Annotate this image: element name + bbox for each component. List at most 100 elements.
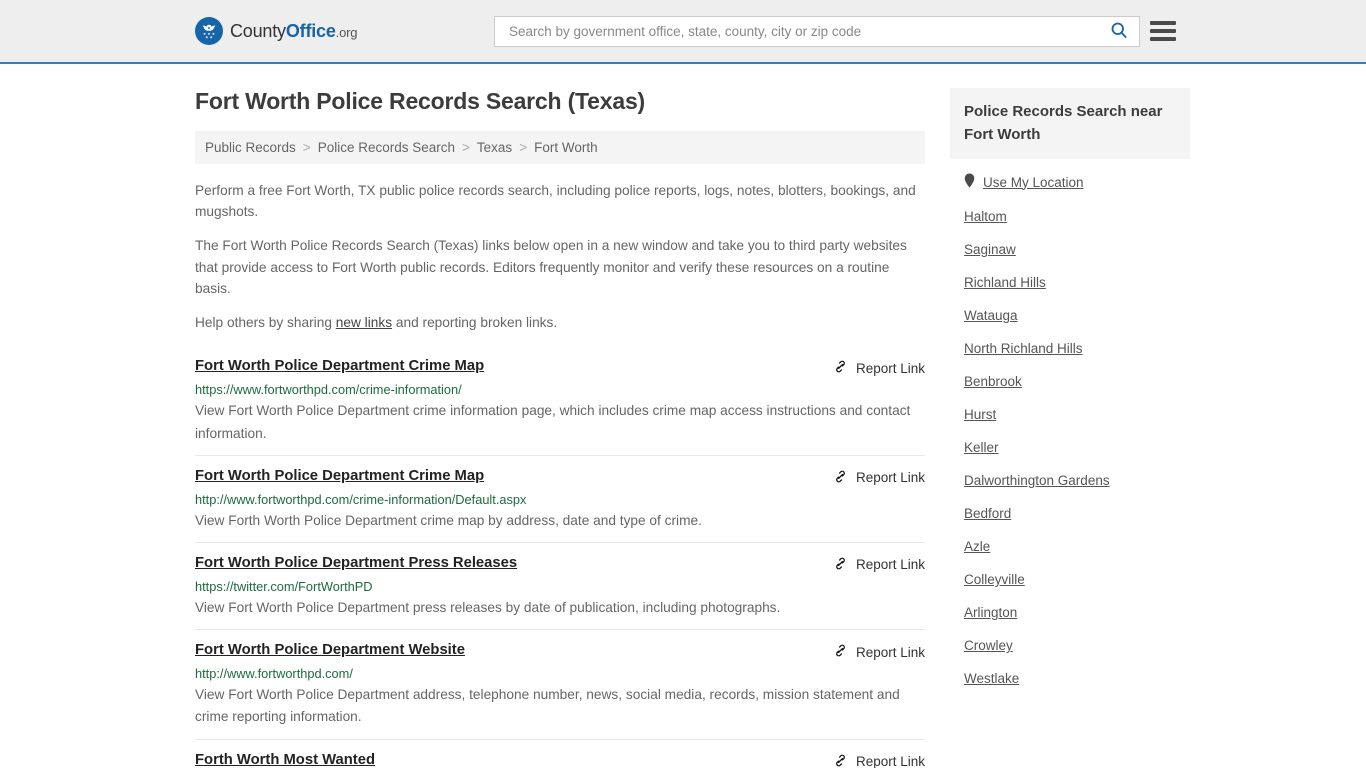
intro-p3-before: Help others by sharing: [195, 315, 336, 331]
hamburger-bar-2: [1150, 29, 1176, 33]
logo-text-office: Office: [285, 20, 336, 41]
map-pin-icon: [964, 173, 975, 191]
report-link-label: Report Link: [855, 557, 925, 573]
sidebar: Police Records Search near Fort Worth Us…: [950, 64, 1190, 768]
sidebar-item-westlake[interactable]: Westlake: [964, 661, 1176, 694]
breadcrumb: Public Records > Police Records Search >…: [195, 131, 925, 164]
breadcrumb-item-public-records[interactable]: Public Records: [205, 140, 296, 155]
result-url[interactable]: https://www.fortworthpd.com/crime-inform…: [195, 382, 925, 397]
result-item: Fort Worth Police Department Crime Map R…: [195, 346, 925, 454]
result-url[interactable]: http://www.fortworthpd.com/crime-informa…: [195, 492, 925, 507]
report-link-button[interactable]: Report Link: [833, 752, 925, 768]
report-link-button[interactable]: Report Link: [833, 358, 925, 377]
report-link-label: Report Link: [855, 754, 925, 768]
sidebar-item-label: Hurst: [964, 407, 997, 422]
countyoffice-eagle-icon: [195, 17, 223, 45]
result-url[interactable]: http://www.fortworthpd.com/: [195, 666, 925, 681]
intro-paragraph-1: Perform a free Fort Worth, TX public pol…: [195, 183, 916, 220]
logo-text-org: .org: [335, 24, 358, 40]
result-title-link[interactable]: Fort Worth Police Department Crime Map: [195, 358, 484, 374]
result-header: Fort Worth Police Department Website Rep…: [195, 642, 925, 661]
result-header: Fort Worth Police Department Crime Map R…: [195, 358, 925, 377]
sidebar-item-label: Benbrook: [964, 374, 1022, 389]
result-header: Forth Worth Most Wanted Report Link: [195, 752, 925, 768]
hamburger-bar-1: [1150, 21, 1176, 25]
breadcrumb-item-texas[interactable]: Texas: [477, 140, 512, 155]
sidebar-item-haltom[interactable]: Haltom: [964, 199, 1176, 232]
breadcrumb-separator-3: >: [519, 140, 528, 155]
sidebar-item-label: Richland Hills: [964, 275, 1046, 290]
sidebar-item-bedford[interactable]: Bedford: [964, 496, 1176, 529]
sidebar-item-label: Watauga: [964, 308, 1018, 323]
site-header: CountyOffice.org: [0, 0, 1366, 64]
main-content: Fort Worth Police Records Search (Texas)…: [195, 64, 925, 768]
sidebar-item-label: Azle: [964, 539, 991, 554]
logo-text-county: County: [230, 20, 286, 41]
breadcrumb-separator-1: >: [302, 140, 311, 155]
result-item: Fort Worth Police Department Website Rep…: [195, 629, 925, 738]
report-link-button[interactable]: Report Link: [833, 642, 925, 661]
result-item: Fort Worth Police Department Crime Map R…: [195, 454, 925, 542]
breadcrumb-item-fort-worth[interactable]: Fort Worth: [534, 140, 598, 155]
sidebar-item-north-richland-hills[interactable]: North Richland Hills: [964, 331, 1176, 364]
report-link-label: Report Link: [855, 470, 925, 486]
sidebar-item-colleyville[interactable]: Colleyville: [964, 562, 1176, 595]
sidebar-item-richland-hills[interactable]: Richland Hills: [964, 265, 1176, 298]
result-description: View Fort Worth Police Department press …: [195, 599, 781, 615]
search-button[interactable]: [1107, 20, 1131, 43]
sidebar-item-label: Keller: [964, 440, 999, 455]
report-link-label: Report Link: [855, 644, 925, 660]
hamburger-menu-icon[interactable]: [1150, 21, 1176, 41]
search-icon: [1109, 20, 1129, 43]
site-logo-text: CountyOffice.org: [230, 21, 357, 42]
result-header: Fort Worth Police Department Press Relea…: [195, 555, 925, 574]
page-title: Fort Worth Police Records Search (Texas): [195, 88, 645, 114]
report-link-button[interactable]: Report Link: [833, 468, 925, 487]
broken-link-icon: [833, 643, 848, 661]
search-bar[interactable]: [494, 15, 1140, 47]
result-description: View Forth Worth Police Department crime…: [195, 512, 702, 528]
sidebar-item-arlington[interactable]: Arlington: [964, 595, 1176, 628]
sidebar-item-dalworthington-gardens[interactable]: Dalworthington Gardens: [964, 463, 1176, 496]
hamburger-bar-3: [1150, 37, 1176, 41]
sidebar-item-label: Colleyville: [964, 572, 1025, 587]
broken-link-icon: [833, 753, 848, 768]
use-my-location-link[interactable]: Use My Location: [964, 159, 1176, 199]
result-header: Fort Worth Police Department Crime Map R…: [195, 468, 925, 487]
result-item: Forth Worth Most Wanted Report Link: [195, 738, 925, 768]
sidebar-item-label: Saginaw: [964, 242, 1016, 257]
sidebar-header-box: Police Records Search near Fort Worth: [950, 88, 1190, 159]
sidebar-item-label: Haltom: [964, 209, 1007, 224]
sidebar-item-azle[interactable]: Azle: [964, 529, 1176, 562]
sidebar-item-keller[interactable]: Keller: [964, 430, 1176, 463]
result-title-link[interactable]: Fort Worth Police Department Website: [195, 642, 465, 658]
intro-text: Perform a free Fort Worth, TX public pol…: [195, 180, 925, 333]
site-logo[interactable]: CountyOffice.org: [195, 17, 357, 45]
sidebar-item-benbrook[interactable]: Benbrook: [964, 364, 1176, 397]
sidebar-item-saginaw[interactable]: Saginaw: [964, 232, 1176, 265]
sidebar-item-label: Crowley: [964, 638, 1013, 653]
report-link-button[interactable]: Report Link: [833, 555, 925, 574]
result-description: View Fort Worth Police Department addres…: [195, 687, 900, 725]
new-links-link[interactable]: new links: [336, 315, 392, 330]
breadcrumb-item-police-records-search[interactable]: Police Records Search: [318, 140, 455, 155]
sidebar-item-hurst[interactable]: Hurst: [964, 397, 1176, 430]
intro-paragraph-2: The Fort Worth Police Records Search (Te…: [195, 238, 907, 296]
result-item: Fort Worth Police Department Press Relea…: [195, 541, 925, 629]
sidebar-item-label: Westlake: [964, 671, 1020, 686]
sidebar-item-label: Bedford: [964, 506, 1012, 521]
use-my-location-label: Use My Location: [983, 174, 1084, 190]
sidebar-item-crowley[interactable]: Crowley: [964, 628, 1176, 661]
search-input[interactable]: [507, 16, 1107, 46]
result-url[interactable]: https://twitter.com/FortWorthPD: [195, 579, 925, 594]
result-title-link[interactable]: Forth Worth Most Wanted: [195, 752, 375, 768]
intro-paragraph-3: Help others by sharing new links and rep…: [195, 312, 925, 333]
report-link-label: Report Link: [855, 360, 925, 376]
breadcrumb-separator-2: >: [462, 140, 470, 155]
intro-p3-after: and reporting broken links.: [392, 315, 558, 331]
sidebar-item-watauga[interactable]: Watauga: [964, 298, 1176, 331]
broken-link-icon: [833, 359, 848, 377]
result-title-link[interactable]: Fort Worth Police Department Press Relea…: [195, 555, 517, 571]
sidebar-item-label: Dalworthington Gardens: [964, 473, 1110, 488]
result-title-link[interactable]: Fort Worth Police Department Crime Map: [195, 468, 484, 484]
